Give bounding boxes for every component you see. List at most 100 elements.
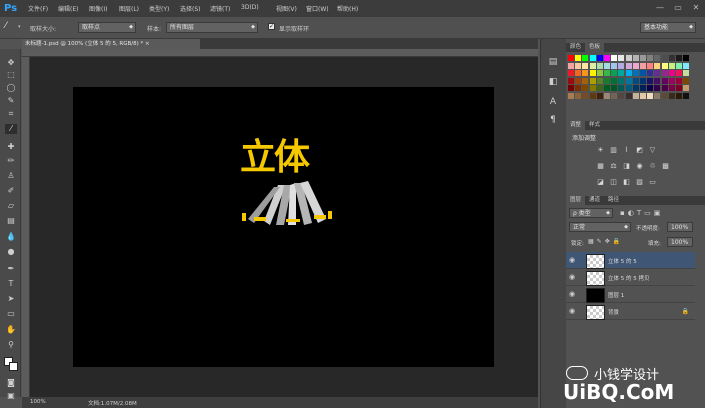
color-swatch[interactable] bbox=[596, 62, 603, 69]
color-swatch[interactable] bbox=[568, 92, 574, 99]
dodge-tool-icon[interactable]: ● bbox=[5, 247, 17, 257]
menu-file[interactable]: 文件(F) bbox=[28, 4, 48, 13]
tab-channels[interactable]: 通道 bbox=[585, 196, 604, 205]
healing-brush-tool-icon[interactable]: ✚ bbox=[5, 142, 17, 152]
canvas-text-layer[interactable]: 立体 bbox=[240, 138, 310, 178]
color-swatch[interactable] bbox=[611, 77, 618, 84]
color-swatch[interactable] bbox=[668, 85, 675, 91]
color-swatch[interactable] bbox=[575, 77, 582, 84]
selective-color-icon[interactable]: ▧ bbox=[635, 178, 644, 186]
color-swatch[interactable] bbox=[625, 92, 632, 99]
quick-mask-icon[interactable]: ◙ bbox=[5, 378, 17, 388]
color-swatch[interactable] bbox=[632, 92, 639, 99]
color-swatch[interactable] bbox=[647, 70, 654, 76]
color-swatch[interactable] bbox=[676, 92, 682, 99]
posterize-icon[interactable]: ◫ bbox=[609, 178, 618, 186]
sample-select[interactable]: 所有图层 ◆ bbox=[166, 22, 258, 33]
color-swatch[interactable] bbox=[604, 92, 610, 99]
menu-view[interactable]: 视图(V) bbox=[276, 4, 297, 13]
color-swatch[interactable] bbox=[582, 70, 589, 76]
color-swatch[interactable] bbox=[568, 85, 574, 91]
close-tab-icon[interactable]: × bbox=[145, 41, 150, 47]
color-swatch[interactable] bbox=[575, 62, 582, 69]
eye-icon[interactable]: ◉ bbox=[569, 307, 575, 315]
color-swatch[interactable] bbox=[589, 92, 596, 99]
color-swatch[interactable] bbox=[654, 77, 661, 84]
lock-icons[interactable]: ▦✎✥🔒 bbox=[588, 238, 623, 245]
color-swatch[interactable] bbox=[589, 62, 596, 69]
menu-type[interactable]: 类型(Y) bbox=[149, 4, 169, 13]
color-swatch[interactable] bbox=[604, 70, 610, 76]
menu-select[interactable]: 选择(S) bbox=[180, 4, 201, 13]
tool-preset-chevron-icon[interactable]: ▾ bbox=[18, 24, 21, 30]
color-swatch[interactable] bbox=[618, 55, 625, 61]
color-swatch[interactable] bbox=[604, 55, 610, 61]
color-swatch[interactable] bbox=[632, 62, 639, 69]
color-swatch[interactable] bbox=[575, 70, 582, 76]
color-swatch[interactable] bbox=[618, 62, 625, 69]
color-swatch[interactable] bbox=[575, 92, 582, 99]
show-ring-checkbox[interactable]: ✓ bbox=[268, 23, 275, 30]
menu-edit[interactable]: 编辑(E) bbox=[58, 4, 78, 13]
color-swatch[interactable] bbox=[676, 70, 682, 76]
color-swatch[interactable] bbox=[582, 55, 589, 61]
layer-row[interactable]: ◉ 立体 5 的 5 拷贝 bbox=[566, 269, 695, 286]
close-button[interactable]: ✕ bbox=[691, 3, 701, 13]
document-tab[interactable]: 未标题-1.psd @ 100% (立体 5 的 5, RGB/8) * × bbox=[22, 39, 200, 49]
move-tool-icon[interactable]: ✥ bbox=[5, 58, 17, 68]
eye-icon[interactable]: ◉ bbox=[569, 256, 575, 264]
color-swatch[interactable] bbox=[661, 55, 668, 61]
color-swatch[interactable] bbox=[611, 85, 618, 91]
color-swatch[interactable] bbox=[625, 62, 632, 69]
color-swatch[interactable] bbox=[640, 77, 646, 84]
color-swatch[interactable] bbox=[640, 85, 646, 91]
color-swatch[interactable] bbox=[647, 62, 654, 69]
exposure-icon[interactable]: ◩ bbox=[635, 146, 644, 154]
gradient-tool-icon[interactable]: ▤ bbox=[5, 216, 17, 226]
color-swatch[interactable] bbox=[647, 85, 654, 91]
blur-tool-icon[interactable]: 💧 bbox=[5, 232, 17, 242]
character-panel-icon[interactable]: A bbox=[547, 96, 559, 108]
layer-filter-select[interactable]: ρ 类型 ◆ bbox=[569, 208, 613, 218]
brush-tool-icon[interactable]: ✏ bbox=[5, 156, 17, 166]
color-swatch[interactable] bbox=[654, 70, 661, 76]
color-swatch[interactable] bbox=[654, 55, 661, 61]
crop-tool-icon[interactable]: ⌗ bbox=[5, 109, 17, 119]
curves-icon[interactable]: ⌇ bbox=[622, 146, 631, 154]
color-swatch[interactable] bbox=[632, 85, 639, 91]
color-swatch[interactable] bbox=[568, 77, 574, 84]
layer-row[interactable]: ◉ 背景 🔒 bbox=[566, 303, 695, 320]
color-swatch[interactable] bbox=[676, 77, 682, 84]
color-swatch[interactable] bbox=[683, 70, 690, 76]
color-swatch[interactable] bbox=[625, 70, 632, 76]
color-swatch[interactable] bbox=[683, 62, 690, 69]
opacity-input[interactable]: 100% bbox=[667, 222, 693, 232]
menu-filter[interactable]: 滤镜(T) bbox=[210, 4, 230, 13]
black-white-icon[interactable]: ◨ bbox=[622, 162, 631, 170]
shape-tool-icon[interactable]: ▭ bbox=[5, 309, 17, 319]
layer-filter-icons[interactable]: ▪◐T▭▣ bbox=[620, 208, 690, 218]
color-swatch[interactable] bbox=[683, 92, 690, 99]
levels-icon[interactable]: ▥ bbox=[609, 146, 618, 154]
background-color-swatch[interactable] bbox=[9, 362, 18, 371]
properties-panel-icon[interactable]: ◧ bbox=[547, 76, 559, 88]
color-swatch[interactable] bbox=[647, 92, 654, 99]
color-swatch[interactable] bbox=[683, 77, 690, 84]
hand-tool-icon[interactable]: ✋ bbox=[5, 325, 17, 335]
threshold-icon[interactable]: ◧ bbox=[622, 178, 631, 186]
lasso-tool-icon[interactable]: ◯ bbox=[5, 83, 17, 93]
color-swatch[interactable] bbox=[661, 77, 668, 84]
color-swatch[interactable] bbox=[596, 55, 603, 61]
color-swatch[interactable] bbox=[596, 92, 603, 99]
color-swatch[interactable] bbox=[611, 70, 618, 76]
color-swatch[interactable] bbox=[661, 85, 668, 91]
tab-paths[interactable]: 路径 bbox=[604, 196, 623, 205]
tab-swatches[interactable]: 色板 bbox=[585, 43, 605, 52]
zoom-level[interactable]: 100% bbox=[30, 399, 46, 405]
color-swatch[interactable] bbox=[632, 55, 639, 61]
brightness-contrast-icon[interactable]: ☀ bbox=[596, 146, 605, 154]
channel-mixer-icon[interactable]: ♲ bbox=[648, 162, 657, 170]
tab-layers[interactable]: 图层 bbox=[566, 196, 586, 205]
screen-mode-icon[interactable]: ▣ bbox=[5, 391, 17, 401]
color-swatch[interactable] bbox=[568, 55, 574, 61]
